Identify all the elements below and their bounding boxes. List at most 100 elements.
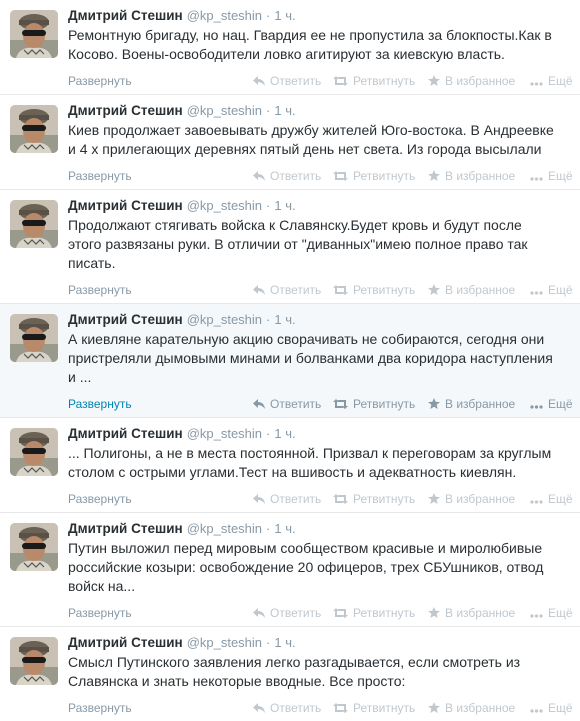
author-fullname[interactable]: Дмитрий Стешин	[68, 635, 183, 650]
reply-button[interactable]: Ответить	[253, 492, 321, 506]
reply-arrow-icon	[253, 169, 270, 183]
retweet-button[interactable]: Ретвитнуть	[333, 701, 415, 715]
expand-link[interactable]: Развернуть	[68, 606, 132, 620]
more-label: Ещё	[548, 283, 573, 297]
tweet[interactable]: Дмитрий Стешин @kp_steshin · 1 ч. Киев прод…	[0, 95, 580, 190]
more-button[interactable]: Ещё	[530, 169, 573, 183]
favorite-button[interactable]: В избранное	[428, 74, 515, 88]
star-icon	[428, 283, 445, 297]
tweet-actions: Развернуть Ответить Ретвитнуть В избранн…	[68, 393, 573, 417]
expand-link[interactable]: Развернуть	[68, 701, 132, 715]
avatar[interactable]	[10, 200, 58, 248]
ellipsis-icon	[530, 701, 548, 715]
more-button[interactable]: Ещё	[530, 74, 573, 88]
avatar[interactable]	[10, 105, 58, 153]
reply-button[interactable]: Ответить	[253, 701, 321, 715]
reply-button[interactable]: Ответить	[253, 169, 321, 183]
retweet-button[interactable]: Ретвитнуть	[333, 492, 415, 506]
more-button[interactable]: Ещё	[530, 492, 573, 506]
retweet-label: Ретвитнуть	[353, 606, 416, 620]
author-username[interactable]: @kp_steshin	[187, 198, 262, 213]
author-fullname[interactable]: Дмитрий Стешин	[68, 521, 183, 536]
favorite-button[interactable]: В избранное	[428, 606, 515, 620]
reply-button[interactable]: Ответить	[253, 74, 321, 88]
author-username[interactable]: @kp_steshin	[187, 635, 262, 650]
author-fullname[interactable]: Дмитрий Стешин	[68, 312, 183, 327]
reply-button[interactable]: Ответить	[253, 606, 321, 620]
expand-link[interactable]: Развернуть	[68, 397, 132, 411]
avatar[interactable]	[10, 314, 58, 362]
tweet[interactable]: Дмитрий Стешин @kp_steshin · 1 ч. ... Полиг…	[0, 418, 580, 513]
more-button[interactable]: Ещё	[530, 397, 573, 411]
expand-link[interactable]: Развернуть	[68, 169, 132, 183]
more-label: Ещё	[548, 492, 573, 506]
tweet-timestamp[interactable]: 1 ч.	[274, 8, 295, 23]
retweet-icon	[333, 74, 353, 88]
author-fullname[interactable]: Дмитрий Стешин	[68, 8, 183, 23]
reply-label: Ответить	[270, 397, 322, 411]
tweet[interactable]: Дмитрий Стешин @kp_steshin · 1 ч. Ремонтную…	[0, 0, 580, 95]
separator-dot: ·	[266, 635, 271, 650]
more-label: Ещё	[548, 169, 573, 183]
avatar[interactable]	[10, 637, 58, 685]
retweet-icon	[333, 169, 353, 183]
expand-link[interactable]: Развернуть	[68, 283, 132, 297]
tweet[interactable]: Дмитрий Стешин @kp_steshin · 1 ч. Путин выл…	[0, 513, 580, 627]
tweet-timestamp[interactable]: 1 ч.	[274, 635, 295, 650]
tweet[interactable]: Дмитрий Стешин @kp_steshin · 1 ч. А киевлян…	[0, 304, 580, 418]
favorite-label: В избранное	[445, 606, 516, 620]
author-fullname[interactable]: Дмитрий Стешин	[68, 103, 183, 118]
more-button[interactable]: Ещё	[530, 701, 573, 715]
favorite-button[interactable]: В избранное	[428, 492, 515, 506]
retweet-icon	[333, 606, 353, 620]
favorite-button[interactable]: В избранное	[428, 397, 515, 411]
reply-label: Ответить	[270, 283, 322, 297]
tweet-header: Дмитрий Стешин @kp_steshin · 1 ч.	[68, 102, 572, 120]
tweet-timestamp[interactable]: 1 ч.	[274, 103, 295, 118]
retweet-icon	[333, 492, 353, 506]
tweet[interactable]: Дмитрий Стешин @kp_steshin · 1 ч. Продолжаю…	[0, 190, 580, 304]
author-username[interactable]: @kp_steshin	[187, 8, 262, 23]
avatar[interactable]	[10, 428, 58, 476]
favorite-button[interactable]: В избранное	[428, 283, 515, 297]
retweet-button[interactable]: Ретвитнуть	[333, 169, 415, 183]
expand-link[interactable]: Развернуть	[68, 492, 132, 506]
more-label: Ещё	[548, 701, 573, 715]
tweet-timestamp[interactable]: 1 ч.	[274, 521, 295, 536]
reply-label: Ответить	[270, 492, 322, 506]
more-button[interactable]: Ещё	[530, 606, 573, 620]
favorite-button[interactable]: В избранное	[428, 701, 515, 715]
retweet-button[interactable]: Ретвитнуть	[333, 283, 415, 297]
author-username[interactable]: @kp_steshin	[187, 312, 262, 327]
avatar[interactable]	[10, 523, 58, 571]
more-button[interactable]: Ещё	[530, 283, 573, 297]
expand-link[interactable]: Развернуть	[68, 74, 132, 88]
reply-arrow-icon	[253, 701, 270, 715]
tweet-text: Путин выложил перед мировым сообществом …	[68, 540, 544, 594]
reply-label: Ответить	[270, 169, 322, 183]
author-username[interactable]: @kp_steshin	[187, 426, 262, 441]
tweet-timestamp[interactable]: 1 ч.	[274, 426, 295, 441]
author-fullname[interactable]: Дмитрий Стешин	[68, 426, 183, 441]
tweet-text: Смысл Путинского заявления легко разгады…	[68, 654, 521, 689]
tweet-actions: Развернуть Ответить Ретвитнуть В избранн…	[68, 165, 573, 189]
reply-button[interactable]: Ответить	[253, 283, 321, 297]
reply-label: Ответить	[270, 74, 322, 88]
separator-dot: ·	[266, 426, 271, 441]
tweet-timestamp[interactable]: 1 ч.	[274, 312, 295, 327]
tweet-actions: Развернуть Ответить Ретвитнуть В избранн…	[68, 70, 573, 94]
retweet-button[interactable]: Ретвитнуть	[333, 397, 415, 411]
avatar[interactable]	[10, 10, 58, 58]
author-username[interactable]: @kp_steshin	[187, 521, 262, 536]
tweet[interactable]: Дмитрий Стешин @kp_steshin · 1 ч. Смысл Пут…	[0, 627, 580, 720]
retweet-button[interactable]: Ретвитнуть	[333, 74, 415, 88]
tweet-text: Продолжают стягивать войска к Славянску.…	[68, 217, 528, 271]
reply-button[interactable]: Ответить	[253, 397, 321, 411]
retweet-button[interactable]: Ретвитнуть	[333, 606, 415, 620]
tweet-timestamp[interactable]: 1 ч.	[274, 198, 295, 213]
separator-dot: ·	[266, 103, 271, 118]
favorite-button[interactable]: В избранное	[428, 169, 515, 183]
tweet-actions: Развернуть Ответить Ретвитнуть В избранн…	[68, 602, 573, 626]
author-fullname[interactable]: Дмитрий Стешин	[68, 198, 183, 213]
author-username[interactable]: @kp_steshin	[187, 103, 262, 118]
